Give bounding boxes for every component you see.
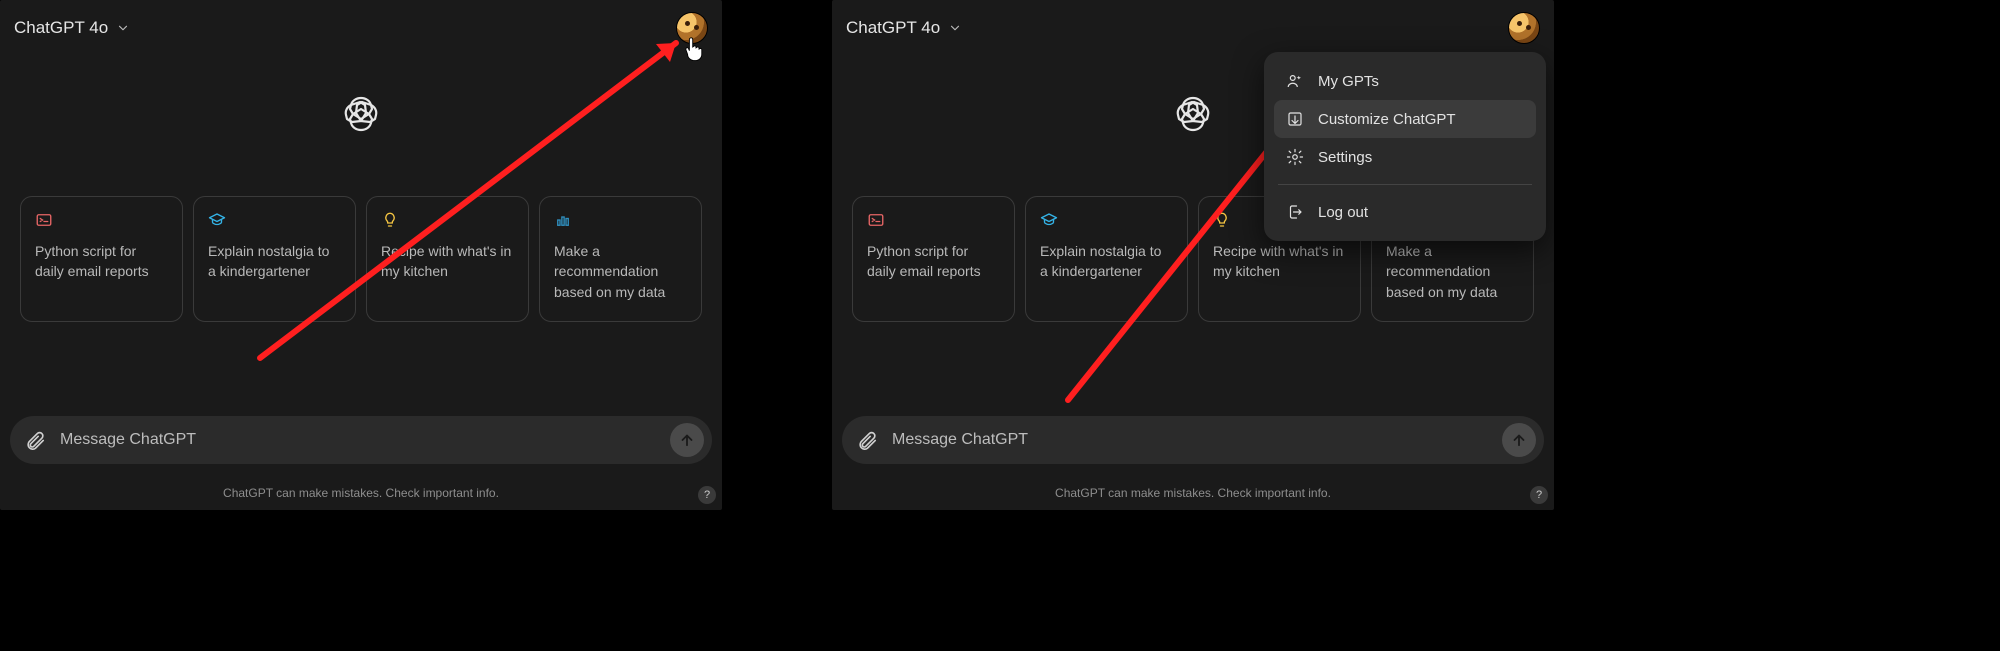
- suggestion-text: Recipe with what's in my kitchen: [1213, 241, 1346, 282]
- menu-item-label: Log out: [1318, 204, 1368, 221]
- attach-icon[interactable]: [24, 429, 46, 451]
- suggestion-card[interactable]: Python script for daily email reports: [20, 196, 183, 322]
- message-input-row: Message ChatGPT: [842, 416, 1544, 464]
- suggestion-text: Python script for daily email reports: [867, 241, 1000, 282]
- openai-logo-icon: [337, 90, 385, 138]
- chart-icon: [554, 211, 572, 229]
- suggestion-text: Recipe with what's in my kitchen: [381, 241, 514, 282]
- menu-my-gpts[interactable]: My GPTs: [1274, 62, 1536, 100]
- suggestion-text: Explain nostalgia to a kindergartener: [1040, 241, 1173, 282]
- avatar-button[interactable]: [1508, 12, 1540, 44]
- menu-customize[interactable]: Customize ChatGPT: [1274, 100, 1536, 138]
- suggestion-card[interactable]: Explain nostalgia to a kindergartener: [193, 196, 356, 322]
- suggestion-card[interactable]: Recipe with what's in my kitchen: [366, 196, 529, 322]
- chatgpt-window-before: ChatGPT 4o Pyth: [0, 0, 722, 510]
- suggestion-text: Explain nostalgia to a kindergartener: [208, 241, 341, 282]
- gear-icon: [1286, 148, 1304, 166]
- bulb-icon: [381, 211, 399, 229]
- suggestion-text: Python script for daily email reports: [35, 241, 168, 282]
- terminal-icon: [867, 211, 885, 229]
- send-button[interactable]: [1502, 423, 1536, 457]
- avatar-button[interactable]: [676, 12, 708, 44]
- person-sparkle-icon: [1286, 72, 1304, 90]
- graduation-icon: [1040, 211, 1058, 229]
- menu-settings[interactable]: Settings: [1274, 138, 1536, 176]
- message-input[interactable]: Message ChatGPT: [892, 431, 1502, 449]
- message-input-row: Message ChatGPT: [10, 416, 712, 464]
- suggestion-text: Make a recommendation based on my data: [554, 241, 687, 302]
- menu-item-label: Customize ChatGPT: [1318, 111, 1456, 128]
- openai-logo-icon: [1169, 90, 1217, 138]
- suggestion-card[interactable]: Make a recommendation based on my data: [539, 196, 702, 322]
- suggestion-card[interactable]: Python script for daily email reports: [852, 196, 1015, 322]
- attach-icon[interactable]: [856, 429, 878, 451]
- customize-icon: [1286, 110, 1304, 128]
- suggestion-cards: Python script for daily email reports Ex…: [20, 196, 702, 322]
- send-button[interactable]: [670, 423, 704, 457]
- menu-logout[interactable]: Log out: [1274, 193, 1536, 231]
- terminal-icon: [35, 211, 53, 229]
- chatgpt-window-menu-open: ChatGPT 4o Pyth: [832, 0, 1554, 510]
- menu-divider: [1278, 184, 1532, 185]
- suggestion-text: Make a recommendation based on my data: [1386, 241, 1519, 302]
- model-label: ChatGPT 4o: [14, 18, 108, 38]
- model-label: ChatGPT 4o: [846, 18, 940, 38]
- chevron-down-icon: [116, 21, 130, 35]
- menu-item-label: Settings: [1318, 149, 1372, 166]
- model-selector[interactable]: ChatGPT 4o: [846, 18, 962, 38]
- menu-item-label: My GPTs: [1318, 73, 1379, 90]
- bulb-icon: [1213, 211, 1231, 229]
- message-input[interactable]: Message ChatGPT: [60, 431, 670, 449]
- logout-icon: [1286, 203, 1304, 221]
- avatar-menu: My GPTs Customize ChatGPT Settings Log o: [1264, 52, 1546, 241]
- model-selector[interactable]: ChatGPT 4o: [14, 18, 130, 38]
- footer-disclaimer: ChatGPT can make mistakes. Check importa…: [0, 486, 722, 500]
- footer-disclaimer: ChatGPT can make mistakes. Check importa…: [832, 486, 1554, 500]
- chevron-down-icon: [948, 21, 962, 35]
- graduation-icon: [208, 211, 226, 229]
- help-button[interactable]: ?: [1530, 486, 1548, 504]
- help-button[interactable]: ?: [698, 486, 716, 504]
- suggestion-card[interactable]: Explain nostalgia to a kindergartener: [1025, 196, 1188, 322]
